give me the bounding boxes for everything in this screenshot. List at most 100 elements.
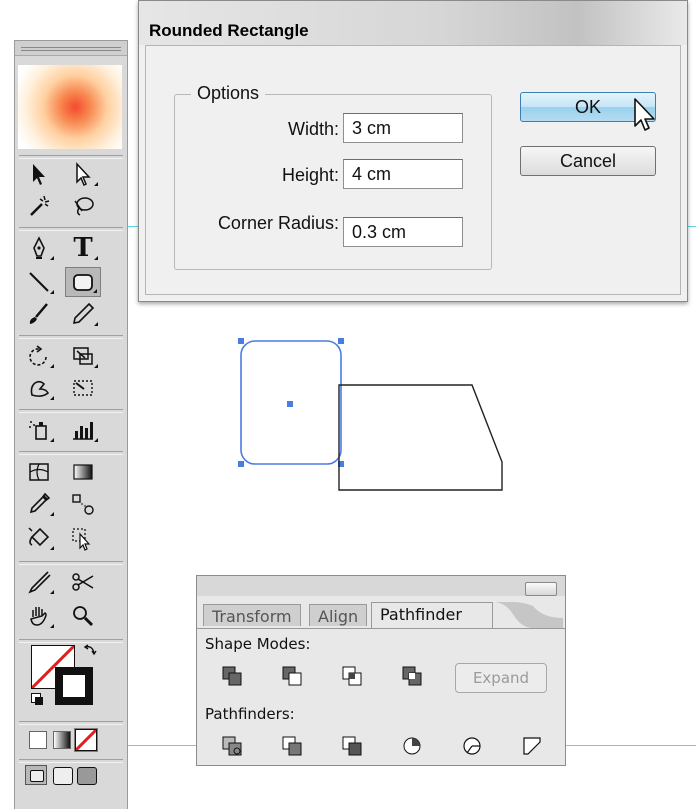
magic-wand-tool[interactable]	[21, 191, 57, 221]
add-to-shape-icon[interactable]	[219, 663, 245, 689]
lasso-icon	[74, 197, 94, 216]
default-fill-stroke-icon[interactable]	[31, 693, 43, 705]
eraser-knife-tool[interactable]	[21, 567, 57, 597]
tab-pathfinder[interactable]: Pathfinder	[371, 602, 493, 628]
mesh-tool[interactable]	[21, 457, 57, 487]
screen-mode-standard-button[interactable]	[25, 765, 47, 785]
subtract-from-shape-icon[interactable]	[279, 663, 305, 689]
live-paint-selection-tool[interactable]	[65, 523, 101, 553]
lasso-tool[interactable]	[65, 191, 101, 221]
column-graph-tool[interactable]	[65, 415, 101, 445]
merge-icon[interactable]	[339, 733, 365, 759]
dialog-titlebar[interactable]: Rounded Rectangle	[139, 1, 687, 45]
type-tool-glyph: T	[73, 233, 93, 263]
stroke-swatch[interactable]	[55, 667, 93, 705]
dialog-client-area: Options Width: 3 cm Height: 4 cm Corner …	[145, 45, 681, 295]
trim-icon[interactable]	[279, 733, 305, 759]
pathfinder-panel: Transform Align Pathfinder Shape Modes: …	[196, 575, 566, 766]
pencil-tool[interactable]	[65, 299, 101, 329]
width-label: Width:	[287, 119, 339, 139]
line-segment-tool[interactable]	[21, 267, 57, 297]
minus-back-icon[interactable]	[519, 733, 545, 759]
panel-header[interactable]	[197, 576, 565, 596]
selected-rounded-rectangle[interactable]	[236, 336, 348, 472]
swap-fill-stroke-icon[interactable]	[83, 643, 97, 657]
line-segment-icon	[29, 272, 49, 292]
knife-icon	[28, 571, 51, 594]
rounded-rectangle-dialog: Rounded Rectangle Options Width: 3 cm He…	[138, 0, 688, 302]
pen-nib-icon	[33, 236, 45, 259]
tab-align[interactable]: Align	[309, 604, 368, 626]
pathfinder-body: Shape Modes: Expand Pathfinders:	[197, 628, 565, 765]
type-tool[interactable]: T	[65, 233, 101, 263]
selection-arrow-icon	[33, 164, 45, 185]
column-graph-icon	[73, 422, 93, 440]
scissors-icon	[72, 573, 94, 591]
corner-radius-field[interactable]: 0.3 cm	[343, 217, 463, 247]
intersect-shape-areas-icon[interactable]	[339, 663, 365, 689]
direct-selection-arrow-icon	[76, 162, 91, 187]
cancel-button[interactable]: Cancel	[520, 146, 656, 176]
none-mode-button[interactable]	[75, 729, 97, 751]
pencil-icon	[72, 302, 95, 325]
scale-icon	[73, 347, 93, 365]
live-paint-bucket-tool[interactable]	[21, 523, 57, 553]
crop-icon[interactable]	[399, 733, 425, 759]
scale-tool[interactable]	[65, 341, 101, 371]
symbol-sprayer-tool[interactable]	[21, 415, 57, 445]
magic-wand-icon	[30, 195, 50, 216]
magnifier-icon	[73, 606, 94, 627]
outline-icon[interactable]	[459, 733, 485, 759]
gradient-mode-button[interactable]	[53, 731, 71, 749]
panel-tabs: Transform Align Pathfinder	[197, 602, 565, 628]
expand-button[interactable]: Expand	[455, 663, 547, 693]
illustrator-logo	[18, 65, 122, 149]
free-transform-icon	[73, 380, 93, 396]
paintbrush-tool[interactable]	[21, 299, 57, 329]
height-field[interactable]: 4 cm	[343, 159, 463, 189]
rotate-icon	[29, 345, 47, 366]
pen-tool[interactable]	[21, 233, 57, 263]
blend-tool[interactable]	[65, 489, 101, 519]
rotate-tool[interactable]	[21, 341, 57, 371]
exclude-overlapping-icon[interactable]	[399, 663, 425, 689]
mesh-icon	[29, 463, 49, 481]
color-mode-button[interactable]	[29, 731, 47, 749]
tab-strip-curve	[493, 602, 563, 628]
options-group: Options Width: 3 cm Height: 4 cm Corner …	[174, 83, 492, 270]
tab-transform[interactable]: Transform	[203, 604, 301, 626]
warp-tool[interactable]	[21, 373, 57, 403]
free-transform-tool[interactable]	[65, 373, 101, 403]
pathfinders-label: Pathfinders:	[205, 705, 295, 723]
tools-panel-grip[interactable]	[15, 41, 127, 56]
paintbrush-icon	[29, 303, 48, 324]
gradient-tool[interactable]	[65, 457, 101, 487]
selection-tool[interactable]	[21, 159, 57, 189]
live-paint-selection-icon	[72, 528, 91, 551]
shape-modes-label: Shape Modes:	[205, 635, 311, 653]
corner-radius-label: Corner Radius:	[217, 213, 339, 233]
rounded-rectangle-tool[interactable]	[65, 267, 101, 297]
eyedropper-icon	[29, 492, 51, 514]
eyedropper-tool[interactable]	[21, 489, 57, 519]
tools-panel: T	[14, 40, 128, 809]
mouse-pointer-icon	[634, 98, 655, 131]
hand-icon	[30, 607, 47, 626]
trapezoid-shape[interactable]	[336, 382, 506, 492]
width-field[interactable]: 3 cm	[343, 113, 463, 143]
divide-icon[interactable]	[219, 733, 245, 759]
hand-tool[interactable]	[21, 601, 57, 631]
blend-icon	[72, 494, 94, 515]
scissors-tool[interactable]	[65, 567, 101, 597]
none-red-slash-icon	[76, 730, 96, 750]
dialog-title: Rounded Rectangle	[149, 21, 309, 40]
direct-selection-tool[interactable]	[65, 159, 101, 189]
panel-collapse-button[interactable]	[525, 582, 557, 596]
height-label: Height:	[281, 165, 339, 185]
options-group-label: Options	[191, 83, 266, 104]
zoom-tool[interactable]	[65, 601, 101, 631]
warp-hand-icon	[30, 380, 49, 397]
symbol-sprayer-icon	[29, 421, 47, 440]
screen-mode-menu-button[interactable]	[53, 767, 73, 785]
screen-mode-full-button[interactable]	[77, 767, 97, 785]
